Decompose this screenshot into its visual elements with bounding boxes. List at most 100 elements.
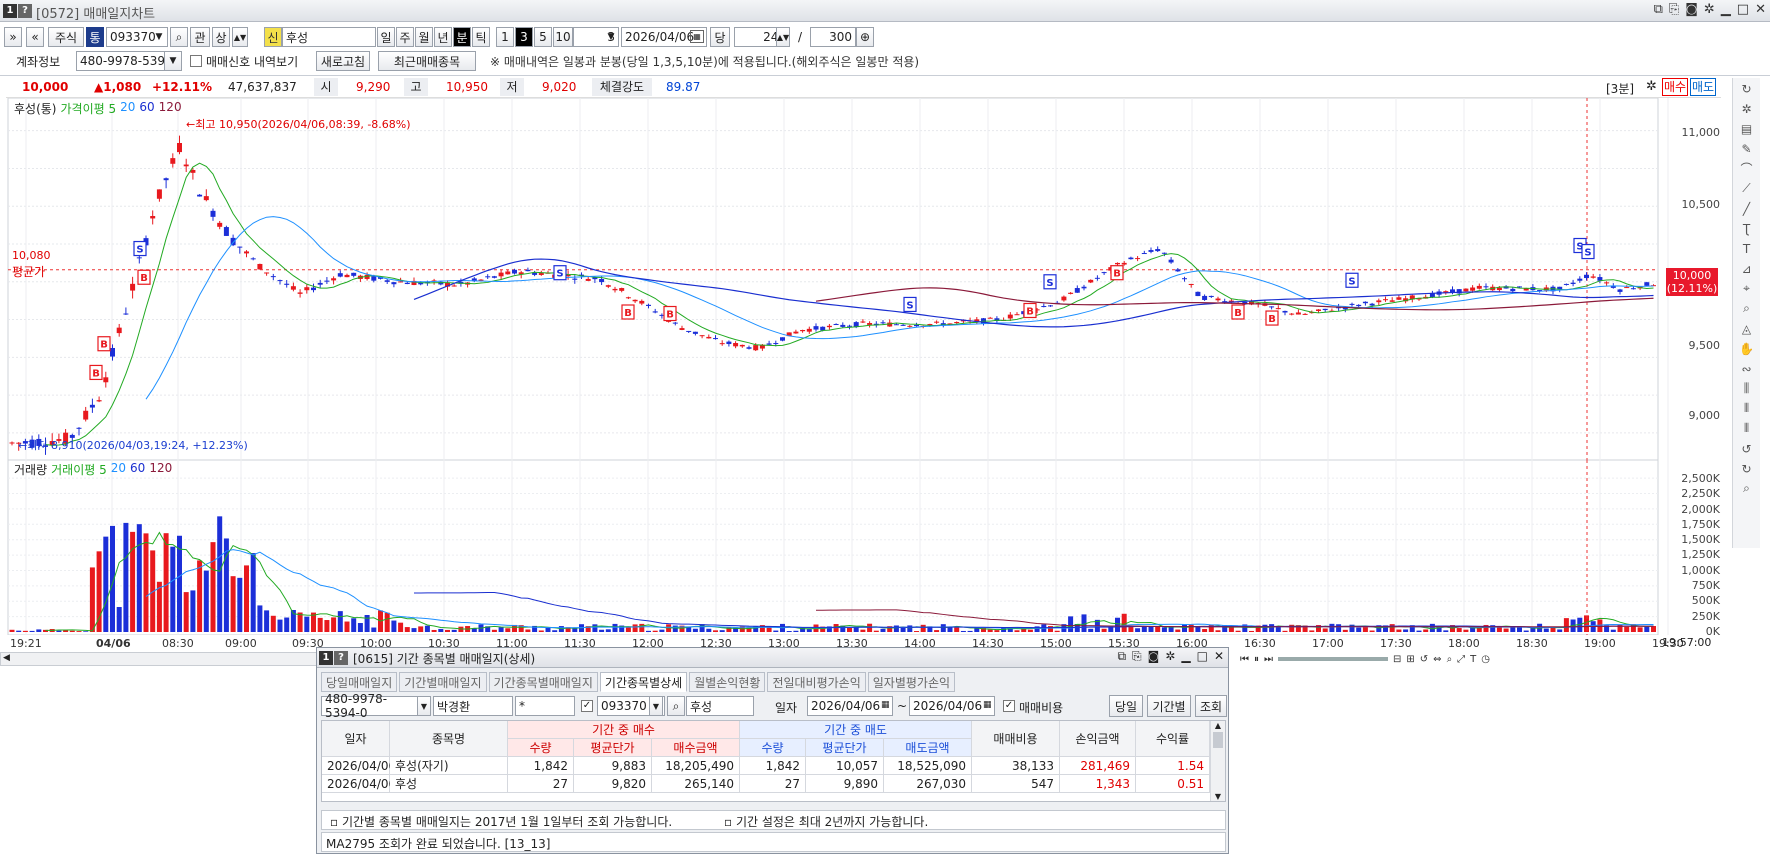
dialog-account-input[interactable]: 480-9978-5394-0 bbox=[321, 692, 421, 720]
dialog-maximize-icon[interactable]: □ bbox=[1197, 649, 1208, 664]
dialog-tab[interactable]: 일자별평가손익 bbox=[867, 672, 956, 692]
table-scroll-up-icon[interactable]: ▲ bbox=[1211, 721, 1225, 730]
fit-icon[interactable]: ⇔ bbox=[1433, 654, 1441, 665]
collapse-up-icon[interactable]: « bbox=[26, 27, 44, 47]
camera-icon[interactable]: ◙ bbox=[1685, 2, 1698, 17]
minute-3[interactable]: 3 bbox=[515, 27, 533, 47]
total-input[interactable]: 300 bbox=[810, 27, 856, 47]
horizontal-scrollbar[interactable]: ◀ bbox=[0, 652, 320, 666]
code-dropdown-icon[interactable]: ▼ bbox=[152, 28, 166, 46]
dialog-tab[interactable]: 기간종목별상세 bbox=[599, 672, 688, 692]
recent-stocks-button[interactable]: 최근매매종목 bbox=[378, 51, 476, 71]
sell-button[interactable]: 매도 bbox=[1690, 78, 1716, 96]
dialog-minimize-icon[interactable]: ▁ bbox=[1181, 649, 1190, 664]
dialog-search-icon[interactable]: ⌕ bbox=[667, 696, 685, 716]
period-tick[interactable]: 틱 bbox=[472, 27, 490, 47]
calendar-icon[interactable]: ▦ bbox=[690, 30, 704, 43]
dialog-code-checkbox[interactable]: ✓ bbox=[581, 700, 593, 712]
triangle-tool-icon[interactable]: ⊿ bbox=[1737, 260, 1757, 277]
dialog-camera-icon[interactable]: ◙ bbox=[1148, 649, 1160, 664]
undo-tool-icon[interactable]: ↺ bbox=[1737, 440, 1757, 457]
market-select[interactable]: 주식 bbox=[48, 27, 84, 47]
window-number-badge[interactable]: 1 bbox=[3, 4, 17, 18]
zoom-tool-icon[interactable]: ⌕ bbox=[1737, 300, 1757, 317]
dialog-calendar-to-icon[interactable]: ▦ bbox=[983, 700, 992, 710]
reset-icon[interactable]: ↺ bbox=[1420, 654, 1428, 665]
minute-5[interactable]: 5 bbox=[534, 27, 552, 47]
close-icon[interactable]: ✕ bbox=[1755, 2, 1766, 17]
wave-tool-icon[interactable]: ∾ bbox=[1737, 360, 1757, 377]
signal-checkbox[interactable] bbox=[190, 55, 202, 67]
buy-button[interactable]: 매수 bbox=[1662, 78, 1688, 96]
search-tool-icon[interactable]: ⌕ bbox=[1737, 480, 1757, 497]
help-icon[interactable]: ? bbox=[18, 4, 32, 18]
maximize-icon[interactable]: □ bbox=[1737, 2, 1749, 17]
dialog-help-icon[interactable]: ? bbox=[334, 651, 348, 665]
today-button[interactable]: 당 bbox=[710, 27, 730, 47]
dialog-tab[interactable]: 월별손익현황 bbox=[689, 672, 766, 692]
spin-updown-icon[interactable]: ▲▼ bbox=[232, 27, 248, 47]
integrated-toggle[interactable]: 통 bbox=[86, 27, 104, 47]
text-icon[interactable]: T bbox=[1470, 654, 1476, 665]
curve-tool-icon[interactable]: ⌒ bbox=[1737, 160, 1757, 177]
dialog-close-icon[interactable]: ✕ bbox=[1214, 649, 1224, 664]
zoom-slider[interactable] bbox=[1278, 657, 1388, 661]
settings-tool-icon[interactable]: ✲ bbox=[1737, 100, 1757, 117]
auto-tool-icon[interactable]: Ʈ bbox=[1737, 220, 1757, 237]
minute-1[interactable]: 1 bbox=[496, 27, 514, 47]
shape-tool-icon[interactable]: ◬ bbox=[1737, 320, 1757, 337]
detail-button[interactable]: 상 bbox=[212, 27, 230, 47]
dialog-password-input[interactable]: * bbox=[515, 696, 575, 716]
dialog-code-dropdown-icon[interactable]: ▼ bbox=[649, 696, 663, 716]
minute-dropdown-icon[interactable]: ▼ bbox=[604, 28, 618, 46]
pause-icon[interactable]: ⏸ bbox=[1254, 654, 1259, 665]
account-dropdown-icon[interactable]: ▼ bbox=[164, 51, 182, 71]
channel-tool-icon[interactable]: ⦀ bbox=[1737, 420, 1757, 437]
count-spin-icon[interactable]: ▲▼ bbox=[776, 27, 790, 47]
dialog-link-icon[interactable]: ⧉ bbox=[1117, 649, 1126, 664]
dialog-query-button[interactable]: 조회 bbox=[1195, 695, 1227, 717]
period-year[interactable]: 년 bbox=[434, 27, 452, 47]
hand-tool-icon[interactable]: ✋ bbox=[1737, 340, 1757, 357]
pen-tool-icon[interactable]: ✎ bbox=[1737, 140, 1757, 157]
line-tool-icon[interactable]: ╱ bbox=[1737, 200, 1757, 217]
clock-icon[interactable]: ◷ bbox=[1481, 654, 1490, 665]
price-chart[interactable]: BBBSSB BSBSBBBSSS bbox=[0, 98, 1725, 460]
zoom-in-icon[interactable]: ⊕ bbox=[856, 27, 874, 47]
expand-icon[interactable]: ⤢ bbox=[1457, 654, 1465, 665]
copy-icon[interactable]: ⎘ bbox=[1669, 2, 1679, 17]
scroll-start-icon[interactable]: ⏮ bbox=[1240, 654, 1249, 665]
scroll-left-icon[interactable]: ◀ bbox=[3, 653, 10, 663]
period-week[interactable]: 주 bbox=[396, 27, 414, 47]
trendline-tool-icon[interactable]: ⟋ bbox=[1737, 180, 1757, 197]
dialog-account-dropdown-icon[interactable]: ▼ bbox=[417, 696, 431, 716]
settings-icon[interactable]: ✲ bbox=[1704, 2, 1715, 17]
zoom-plus-icon[interactable]: ⊞ bbox=[1406, 654, 1414, 665]
watchlist-button[interactable]: 관 bbox=[190, 27, 210, 47]
dialog-today-button[interactable]: 당일 bbox=[1109, 695, 1143, 717]
dialog-tab[interactable]: 전일대비평가손익 bbox=[767, 672, 866, 692]
period-minute[interactable]: 분 bbox=[453, 27, 471, 47]
refresh-button[interactable]: 새로고침 bbox=[316, 51, 370, 71]
gann-tool-icon[interactable]: ⦀ bbox=[1737, 400, 1757, 417]
fibonacci-tool-icon[interactable]: ⫼ bbox=[1737, 380, 1757, 397]
search-icon[interactable]: ⌕ bbox=[170, 27, 188, 47]
dialog-number-badge[interactable]: 1 bbox=[319, 651, 333, 665]
volume-chart[interactable] bbox=[0, 460, 1725, 635]
magnify-icon[interactable]: ⌕ bbox=[1447, 654, 1453, 665]
dialog-fee-checkbox[interactable]: ✓ bbox=[1003, 700, 1015, 712]
indicator-tool-icon[interactable]: ▤ bbox=[1737, 120, 1757, 137]
table-scrollbar[interactable]: ▲ ▼ bbox=[1210, 721, 1225, 801]
text-tool-icon[interactable]: T bbox=[1737, 240, 1757, 257]
scroll-end-icon[interactable]: ⏭ bbox=[1264, 654, 1273, 665]
period-day[interactable]: 일 bbox=[377, 27, 395, 47]
link-icon[interactable]: ⧉ bbox=[1654, 2, 1663, 17]
crosshair-tool-icon[interactable]: ⌖ bbox=[1737, 280, 1757, 297]
table-scroll-down-icon[interactable]: ▼ bbox=[1211, 792, 1225, 801]
dialog-tab[interactable]: 기간종목별매매일지 bbox=[488, 672, 598, 692]
chart-settings-icon[interactable]: ✲ bbox=[1646, 79, 1657, 94]
dialog-period-button[interactable]: 기간별 bbox=[1147, 695, 1191, 717]
zoom-out-icon[interactable]: ⊟ bbox=[1393, 654, 1401, 665]
dialog-tab[interactable]: 기간별매매일지 bbox=[399, 672, 487, 692]
dialog-tab[interactable]: 당일매매일지 bbox=[321, 672, 398, 692]
